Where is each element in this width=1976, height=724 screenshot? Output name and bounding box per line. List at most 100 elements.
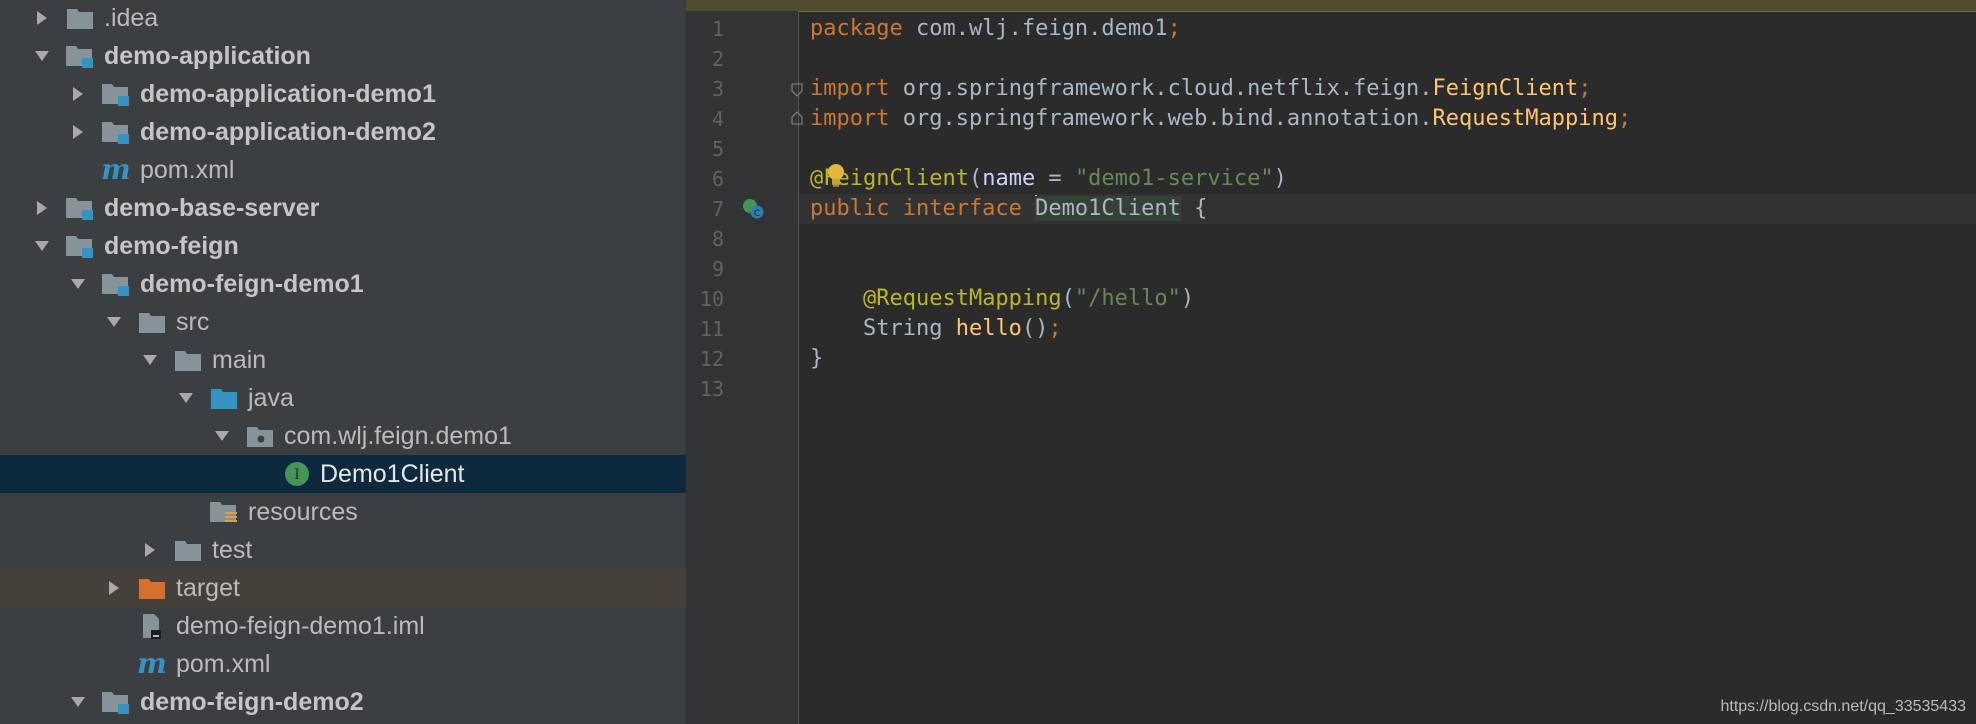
tree-item-main[interactable]: main — [0, 341, 686, 379]
tree-item-demo-feign-demo2[interactable]: demo-feign-demo2 — [0, 683, 686, 721]
chevron-right-icon[interactable] — [65, 75, 91, 113]
tree-item-label: test — [212, 536, 253, 564]
lightbulb-icon[interactable] — [824, 162, 848, 190]
keyword: import — [810, 76, 890, 101]
chevron-down-icon[interactable] — [29, 37, 55, 75]
tree-item-label: demo-feign-demo1.iml — [176, 612, 425, 640]
equals: = — [1035, 166, 1075, 191]
watermark: https://blog.csdn.net/qq_33535433 — [1720, 698, 1966, 715]
tree-item-label: demo-application-demo1 — [140, 80, 436, 108]
keyword: import — [810, 106, 890, 131]
chevron-down-icon[interactable] — [101, 303, 127, 341]
resources-folder-icon — [208, 493, 240, 531]
tree-item-demo-feign-demo1[interactable]: demo-feign-demo1 — [0, 265, 686, 303]
tree-item-java[interactable]: java — [0, 379, 686, 417]
brace: } — [810, 346, 824, 371]
brace: { — [1180, 196, 1208, 221]
tree-item-label: demo-feign — [104, 232, 239, 260]
folder-icon — [172, 341, 204, 379]
keyword: public interface — [810, 196, 1036, 221]
tree-item-label: pom.xml — [140, 156, 235, 184]
chevron-down-icon[interactable] — [173, 379, 199, 417]
tree-item-demo-application-demo1[interactable]: demo-application-demo1 — [0, 75, 686, 113]
code-area[interactable]: package com.wlj.feign.demo1; import org.… — [686, 0, 1976, 724]
chevron-down-icon[interactable] — [209, 417, 235, 455]
code-line-7: public interface Demo1Client { — [810, 194, 1207, 224]
paren: ) — [1180, 286, 1195, 311]
tree-item-pom-xml[interactable]: m pom.xml — [0, 151, 686, 189]
chevron-down-icon[interactable] — [65, 265, 91, 303]
excluded-folder-icon — [136, 569, 168, 607]
semicolon: ; — [1167, 16, 1181, 41]
tree-item-package[interactable]: com.wlj.feign.demo1 — [0, 417, 686, 455]
tree-item-iml-file[interactable]: demo-feign-demo1.iml — [0, 607, 686, 645]
chevron-right-icon[interactable] — [29, 189, 55, 227]
tree-item-demo-base-server[interactable]: demo-base-server — [0, 189, 686, 227]
tree-item-demo1client[interactable]: I Demo1Client — [0, 455, 686, 493]
chevron-down-icon[interactable] — [65, 683, 91, 721]
paren: ) — [1273, 166, 1287, 191]
chevron-right-icon[interactable] — [137, 531, 163, 569]
string-literal: "demo1-service" — [1074, 166, 1274, 191]
tree-item-idea[interactable]: .idea — [0, 0, 686, 37]
semicolon: ; — [1048, 316, 1062, 341]
tree-item-label: pom.xml — [176, 650, 271, 678]
code-line-6: @FeignClient(name = "demo1-service") — [810, 164, 1287, 194]
tree-item-src[interactable]: src — [0, 303, 686, 341]
semicolon: ; — [1578, 76, 1592, 101]
semicolon: ; — [1617, 106, 1632, 131]
maven-file-icon: m — [137, 647, 167, 680]
annotation-param: name — [982, 166, 1036, 191]
method-name: hello — [955, 316, 1022, 341]
tree-item-label: src — [176, 308, 210, 336]
paren: ( — [1061, 286, 1075, 311]
tree-item-demo-feign[interactable]: demo-feign — [0, 227, 686, 265]
maven-file-icon: m — [101, 153, 131, 186]
tree-item-label: Demo1Client — [320, 460, 465, 488]
tree-item-resources[interactable]: resources — [0, 493, 686, 531]
tree-item-label: main — [212, 346, 267, 374]
tree-item-demo-application-demo2[interactable]: demo-application-demo2 — [0, 113, 686, 151]
interface-icon: I — [281, 455, 313, 493]
module-folder-icon — [64, 189, 96, 227]
tree-item-label: com.wlj.feign.demo1 — [284, 422, 512, 450]
tree-item-label: .idea — [104, 4, 159, 32]
chevron-down-icon[interactable] — [29, 227, 55, 265]
module-folder-icon — [100, 265, 132, 303]
code-line-11: String hello(); — [810, 314, 1062, 344]
interface-name: Demo1Client — [1035, 196, 1181, 221]
tree-item-label: demo-feign-demo2 — [140, 688, 364, 716]
chevron-right-icon[interactable] — [101, 569, 127, 607]
return-type: String — [862, 316, 956, 341]
chevron-right-icon[interactable] — [65, 113, 91, 151]
ide-window: .idea demo-application demo-application-… — [0, 0, 1976, 724]
folder-icon — [136, 303, 168, 341]
chevron-right-icon[interactable] — [29, 0, 55, 37]
code-editor[interactable]: 1 2 3 4 5 6 7 8 9 10 11 12 13 C package … — [686, 0, 1976, 724]
tree-item-label: target — [176, 574, 240, 602]
tree-item-label: demo-feign-demo1 — [140, 270, 364, 298]
import-class: RequestMapping — [1432, 106, 1618, 131]
tree-item-pom-xml-2[interactable]: m pom.xml — [0, 645, 686, 683]
tree-item-target[interactable]: target — [0, 569, 686, 607]
import-path: org.springframework.cloud.netflix.feign. — [889, 76, 1433, 101]
code-line-4: import org.springframework.web.bind.anno… — [810, 104, 1631, 134]
tree-item-label: java — [248, 384, 294, 412]
source-folder-icon — [208, 379, 240, 417]
tree-item-test[interactable]: test — [0, 531, 686, 569]
keyword: package — [810, 16, 903, 41]
tree-item-label: demo-application-demo2 — [140, 118, 436, 146]
module-folder-icon — [100, 683, 132, 721]
paren: ( — [968, 166, 983, 191]
module-folder-icon — [100, 113, 132, 151]
module-folder-icon — [64, 37, 96, 75]
import-class: FeignClient — [1432, 76, 1579, 101]
code-line-1: package com.wlj.feign.demo1; — [810, 14, 1181, 44]
module-folder-icon — [64, 227, 96, 265]
folder-icon — [64, 0, 96, 37]
chevron-down-icon[interactable] — [137, 341, 163, 379]
iml-file-icon — [136, 607, 168, 645]
tree-item-label: demo-application — [104, 42, 311, 70]
tree-item-demo-application[interactable]: demo-application — [0, 37, 686, 75]
